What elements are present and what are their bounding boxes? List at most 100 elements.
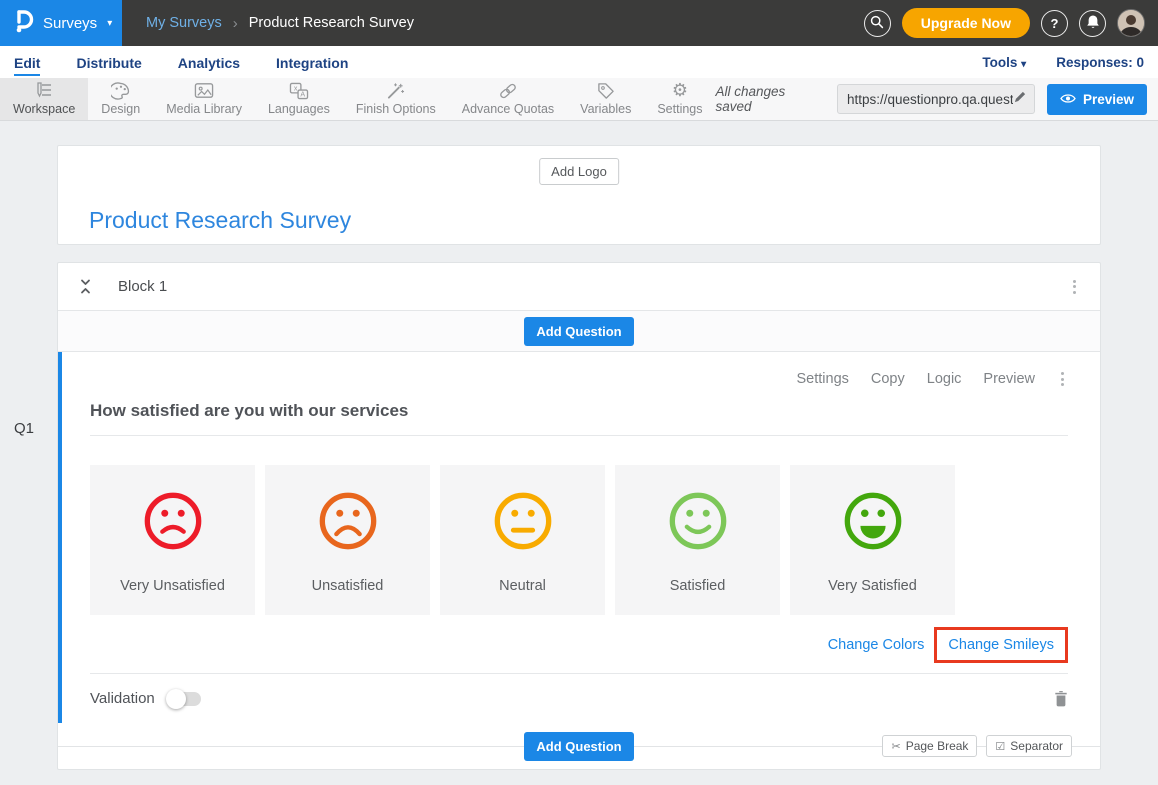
change-colors-link[interactable]: Change Colors xyxy=(828,637,925,653)
add-question-button-bottom[interactable]: Add Question xyxy=(524,732,633,761)
page-break-button[interactable]: ✂ Page Break xyxy=(882,735,977,757)
image-icon xyxy=(194,81,214,100)
smiley-option[interactable]: Neutral xyxy=(440,465,605,615)
smiley-scale: Very Unsatisfied Unsatisfied xyxy=(90,465,1068,615)
validation-row: Validation xyxy=(90,673,1068,723)
smiley-label: Satisfied xyxy=(670,578,726,594)
toolbar-item-variables[interactable]: Variables xyxy=(567,78,644,120)
toolbar-item-finish-options[interactable]: Finish Options xyxy=(343,78,449,120)
top-bar: Surveys ▾ My Surveys › Product Research … xyxy=(0,0,1158,46)
smiley-label: Very Unsatisfied xyxy=(120,578,225,594)
smiley-label: Neutral xyxy=(499,578,546,594)
toolbar-item-label: Settings xyxy=(657,102,702,116)
edit-url-pencil-icon[interactable] xyxy=(1013,90,1027,109)
survey-title[interactable]: Product Research Survey xyxy=(89,207,351,234)
eye-icon xyxy=(1060,92,1076,107)
neutral-smiley-icon xyxy=(492,490,554,552)
smiley-option[interactable]: Satisfied xyxy=(615,465,780,615)
svg-text:A: A xyxy=(300,90,305,98)
satisfied-smiley-icon xyxy=(667,490,729,552)
breadcrumb-separator-icon: › xyxy=(233,15,238,32)
toolbar-item-settings[interactable]: ⚙ Settings xyxy=(644,78,715,120)
question-preview-link[interactable]: Preview xyxy=(983,371,1035,387)
links-icon xyxy=(498,81,518,100)
wand-icon xyxy=(386,81,405,100)
question-number-label: Q1 xyxy=(14,420,34,437)
delete-question-button[interactable] xyxy=(1054,690,1068,707)
smiley-label: Unsatisfied xyxy=(312,578,384,594)
editor-toolbar: Workspace Design Media Library xA Langua… xyxy=(0,78,1158,121)
block-card: Block 1 Add Question Settings Copy Logic… xyxy=(57,262,1101,770)
tools-dropdown[interactable]: Tools ▾ xyxy=(982,55,1026,70)
survey-url-input[interactable] xyxy=(847,92,1013,107)
tag-icon xyxy=(597,81,615,100)
notifications-button[interactable] xyxy=(1079,10,1106,37)
change-smileys-link[interactable]: Change Smileys xyxy=(948,637,1054,653)
validation-toggle[interactable] xyxy=(167,692,201,706)
question-divider xyxy=(90,435,1068,436)
search-icon xyxy=(870,15,884,32)
add-logo-button[interactable]: Add Logo xyxy=(539,158,619,185)
block-title[interactable]: Block 1 xyxy=(118,278,167,295)
validation-label: Validation xyxy=(90,690,155,707)
question-actions: Settings Copy Logic Preview xyxy=(90,368,1068,390)
brand-label: Surveys xyxy=(43,15,97,32)
brand-menu[interactable]: Surveys ▾ xyxy=(0,0,122,46)
toggle-knob xyxy=(166,689,186,709)
collapse-block-icon[interactable] xyxy=(78,278,94,296)
very-satisfied-smiley-icon xyxy=(842,490,904,552)
tab-edit[interactable]: Edit xyxy=(14,48,40,77)
question-settings-link[interactable]: Settings xyxy=(796,371,848,387)
palette-icon xyxy=(111,81,130,100)
toolbar-item-label: Advance Quotas xyxy=(462,102,554,116)
toolbar-item-media-library[interactable]: Media Library xyxy=(153,78,255,120)
smiley-option[interactable]: Very Satisfied xyxy=(790,465,955,615)
search-button[interactable] xyxy=(864,10,891,37)
question-text[interactable]: How satisfied are you with our services xyxy=(90,401,1068,421)
workspace-icon xyxy=(34,81,54,100)
chevron-down-icon: ▾ xyxy=(1021,59,1026,70)
breadcrumb-my-surveys[interactable]: My Surveys xyxy=(146,15,222,31)
survey-url-field[interactable] xyxy=(837,84,1035,114)
responses-count[interactable]: Responses: 0 xyxy=(1056,55,1144,70)
question-logic-link[interactable]: Logic xyxy=(927,371,962,387)
smiley-option[interactable]: Very Unsatisfied xyxy=(90,465,255,615)
preview-button[interactable]: Preview xyxy=(1047,84,1147,115)
upgrade-now-button[interactable]: Upgrade Now xyxy=(902,8,1030,38)
toolbar-item-design[interactable]: Design xyxy=(88,78,153,120)
toolbar-item-label: Finish Options xyxy=(356,102,436,116)
toolbar-item-label: Design xyxy=(101,102,140,116)
smiley-option[interactable]: Unsatisfied xyxy=(265,465,430,615)
tab-integration[interactable]: Integration xyxy=(276,48,348,77)
add-question-row-bottom: Add Question ✂ Page Break ☑ Separator xyxy=(58,723,1100,769)
tab-analytics[interactable]: Analytics xyxy=(178,48,240,77)
toolbar-item-advance-quotas[interactable]: Advance Quotas xyxy=(449,78,567,120)
bell-icon xyxy=(1086,14,1100,32)
gear-icon: ⚙ xyxy=(672,81,688,100)
question-copy-link[interactable]: Copy xyxy=(871,371,905,387)
question-card: Settings Copy Logic Preview How satisfie… xyxy=(58,352,1100,723)
block-menu-kebab-icon[interactable] xyxy=(1069,276,1080,298)
toolbar-item-label: Workspace xyxy=(13,102,75,116)
breadcrumb-current: Product Research Survey xyxy=(249,15,414,31)
add-question-row-top: Add Question xyxy=(58,311,1100,352)
toolbar-item-label: Variables xyxy=(580,102,631,116)
annotation-highlight-box: Change Smileys xyxy=(934,627,1068,663)
question-menu-kebab-icon[interactable] xyxy=(1057,368,1068,390)
topbar-actions: Upgrade Now ? xyxy=(864,8,1158,38)
checkbox-icon: ☑ xyxy=(995,740,1005,753)
toolbar-item-workspace[interactable]: Workspace xyxy=(0,78,88,120)
autosave-status: All changes saved xyxy=(716,84,825,114)
questionpro-logo-icon xyxy=(12,8,34,39)
toolbar-item-languages[interactable]: xA Languages xyxy=(255,78,343,120)
help-button[interactable]: ? xyxy=(1041,10,1068,37)
scissors-icon: ✂ xyxy=(891,740,900,753)
separator-button[interactable]: ☑ Separator xyxy=(986,735,1072,757)
editor-canvas: Q1 Add Logo Product Research Survey Bloc… xyxy=(0,121,1158,785)
add-question-button-top[interactable]: Add Question xyxy=(524,317,633,346)
user-avatar[interactable] xyxy=(1117,9,1145,37)
svg-text:x: x xyxy=(294,84,298,92)
very-unsatisfied-smiley-icon xyxy=(142,490,204,552)
tab-distribute[interactable]: Distribute xyxy=(76,48,141,77)
block-header: Block 1 xyxy=(58,263,1100,311)
